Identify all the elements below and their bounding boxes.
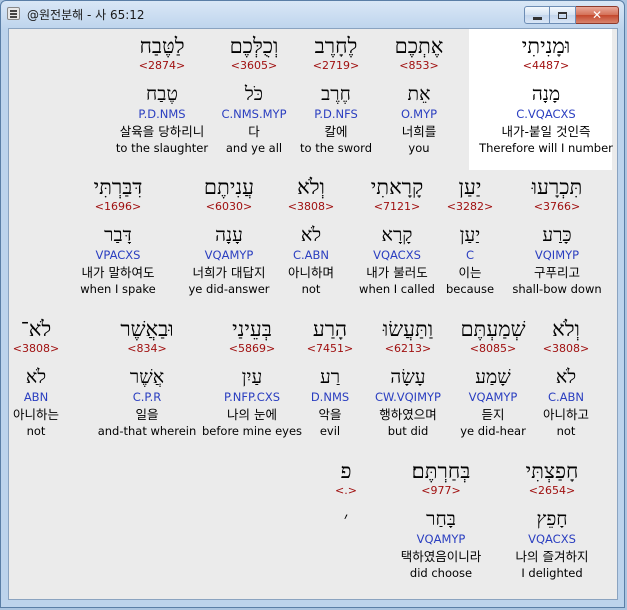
minimize-button[interactable] (524, 6, 550, 24)
hebrew-word: לַטֶּבַח (139, 34, 185, 58)
window-title: @원전분해 - 사 65:12 (27, 8, 145, 22)
maximize-button[interactable] (550, 6, 576, 24)
maximize-icon (558, 11, 567, 19)
word-cell[interactable]: פ <.> ׳ (276, 458, 416, 580)
morphology-code (276, 532, 416, 546)
close-button[interactable]: ✕ (576, 6, 619, 24)
korean-gloss: 내가-붙일 것인즉 (501, 124, 591, 139)
english-gloss: Therefore will I number (479, 141, 613, 155)
title-bar[interactable]: @원전분해 - 사 65:12 ✕ (1, 1, 624, 27)
morphology-code: P.D.NMS (138, 107, 186, 121)
english-gloss: to the slaughter (115, 141, 209, 155)
strong-number[interactable]: <1696> (48, 200, 188, 214)
minimize-icon (532, 16, 542, 20)
hebrew-word: וּמָנִיתִי (521, 34, 571, 58)
word-cell[interactable]: דִּבַּרְתִּי <1696> דָּבַר VPACXS 내가 말하여도 whe… (48, 174, 188, 296)
word-cell[interactable]: וּמָנִיתִי <4487> מָנָה C.VQACXS 내가-붙일 것인즉 Th… (476, 33, 616, 155)
word-cell[interactable]: לֹא־ <3808> לֹא ABN 아니하는 not (0, 316, 106, 438)
korean-gloss (276, 548, 416, 566)
strong-number[interactable]: <4487> (476, 59, 616, 73)
hebrew-word: פ (340, 459, 352, 483)
word-cell[interactable]: לַטֶּבַח <2874> טֶבַח P.D.NMS 살육을 당하리니 to the… (92, 33, 232, 155)
lemma-word: מָנָה (531, 83, 561, 105)
app-icon[interactable] (7, 7, 20, 20)
lemma-word: ׳ (343, 508, 349, 530)
english-gloss (276, 566, 416, 580)
interlinear-panel: וּמָנִיתִי <4487> מָנָה C.VQACXS 내가-붙일 것인즉 Th… (8, 28, 618, 600)
hebrew-word: לֹא־ (20, 317, 52, 341)
lemma-word: לֹא (25, 366, 47, 388)
lemma-word: טֶבַח (146, 83, 178, 105)
korean-gloss: 내가 말하여도 (81, 265, 155, 280)
english-gloss: when I spake (80, 282, 156, 296)
korean-gloss: 아니하는 (12, 407, 59, 422)
morphology-code: ABN (23, 390, 49, 404)
morphology-code: C.VQACXS (516, 107, 576, 121)
strong-number[interactable]: <3808> (0, 342, 106, 356)
lemma-word: דָּבַר (104, 224, 132, 246)
app-window: @원전분해 - 사 65:12 ✕ וּמָנִיתִי <4487> מָנָה C… (0, 0, 625, 608)
window-controls: ✕ (524, 6, 619, 24)
close-icon: ✕ (591, 8, 603, 22)
strong-number[interactable]: <.> (276, 484, 416, 498)
english-gloss: not (26, 424, 46, 438)
strong-number[interactable]: <2874> (92, 59, 232, 73)
hebrew-word: דִּבַּרְתִּי (93, 175, 143, 199)
korean-gloss: 살육을 당하리니 (119, 124, 205, 139)
morphology-code: VPACXS (95, 248, 141, 262)
